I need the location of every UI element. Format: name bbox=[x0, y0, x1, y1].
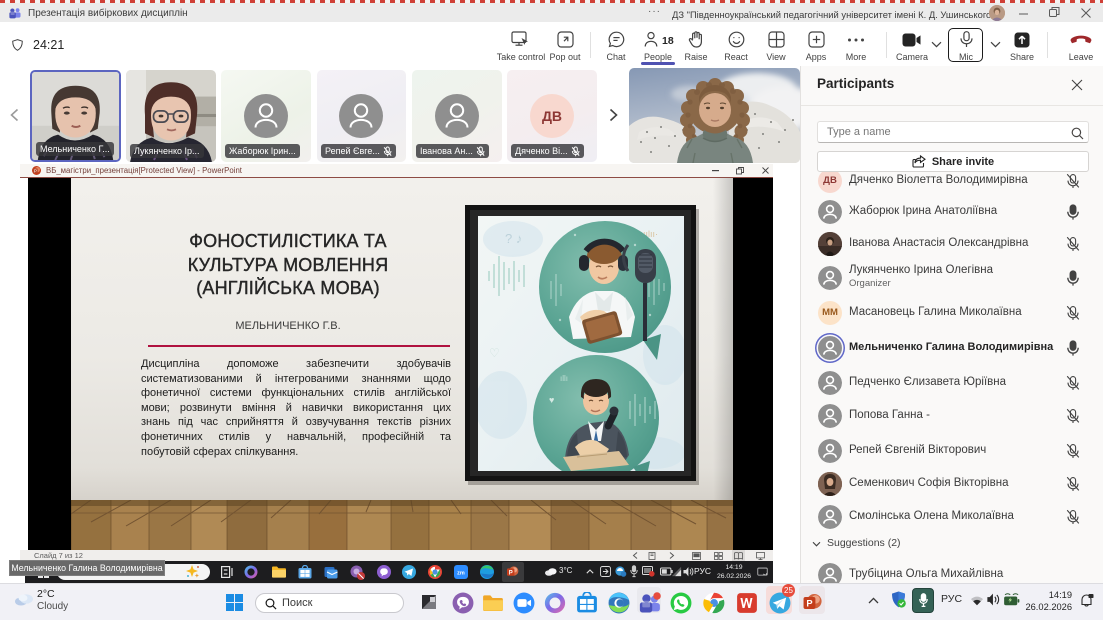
svg-text:P: P bbox=[34, 168, 37, 173]
svg-text:P: P bbox=[806, 599, 812, 609]
svg-text:P: P bbox=[509, 570, 513, 576]
svg-text:zm: zm bbox=[457, 571, 465, 577]
svg-text:? ♪: ? ♪ bbox=[505, 231, 522, 246]
svg-text:♥: ♥ bbox=[549, 395, 554, 405]
svg-text:ıllı: ıllı bbox=[560, 374, 568, 383]
svg-text:♡: ♡ bbox=[489, 346, 500, 360]
